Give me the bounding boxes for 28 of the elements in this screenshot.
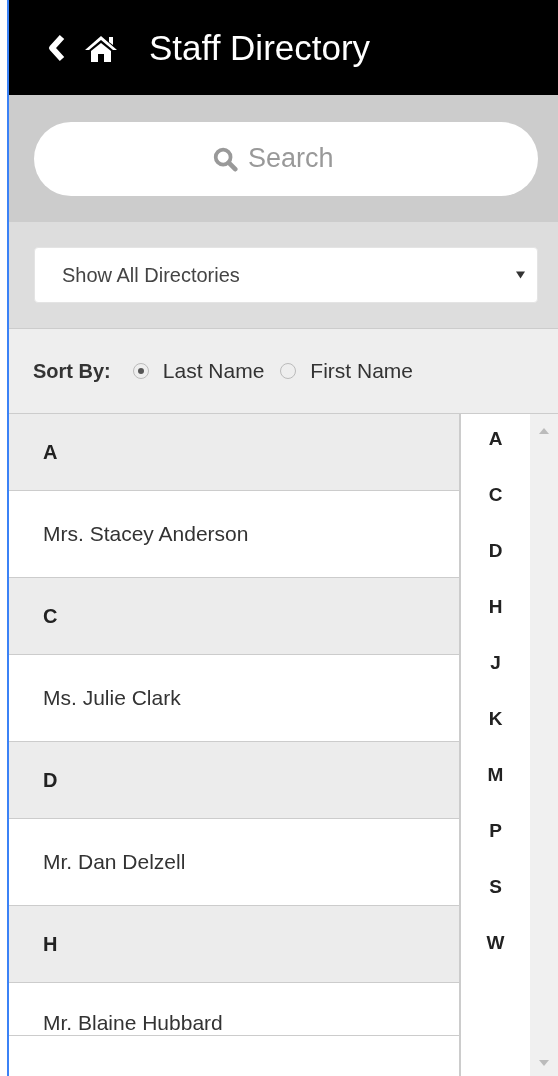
search-icon [212,145,238,172]
section-header: D [9,742,459,819]
index-letter[interactable]: D [488,540,503,596]
scrollbar[interactable] [530,414,558,1076]
page-title: Staff Directory [149,27,371,68]
index-letter[interactable]: W [486,932,505,988]
index-letter[interactable]: J [490,652,501,708]
section-header: A [9,414,459,491]
index-letter[interactable]: K [488,708,503,764]
directory-dropdown[interactable]: Show All Directories [34,247,538,303]
index-letter[interactable]: A [488,428,503,484]
sort-by-label: Sort By: [33,359,111,383]
section-header: C [9,578,459,655]
index-letter[interactable]: P [489,820,502,876]
back-chevron-icon[interactable] [47,33,67,62]
index-letter[interactable]: M [487,764,504,820]
radio-label[interactable]: First Name [310,359,414,383]
index-letter[interactable]: S [489,876,502,932]
index-letter[interactable]: C [488,484,503,540]
scroll-down-arrow-icon[interactable] [539,1060,549,1066]
radio-label[interactable]: Last Name [162,359,265,383]
radio-button[interactable] [132,363,149,379]
section-header: H [9,906,459,983]
scroll-up-arrow-icon[interactable] [539,428,549,434]
index-letter[interactable]: H [488,596,503,652]
search-field[interactable]: Search [246,142,360,175]
radio-button[interactable] [280,363,297,379]
dropdown-caret-icon [516,271,525,279]
